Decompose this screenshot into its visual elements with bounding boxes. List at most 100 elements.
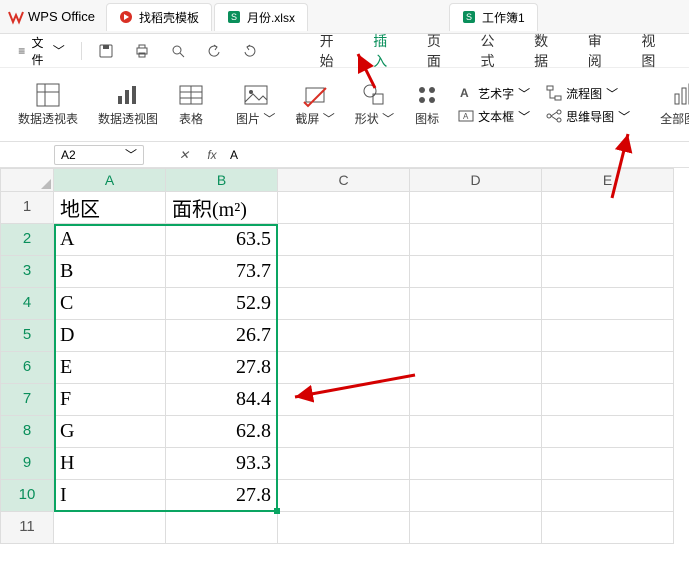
pivot-table-button[interactable]: 数据透视表	[8, 82, 88, 127]
row-header[interactable]: 5	[0, 320, 54, 352]
cell[interactable]: 27.8	[166, 352, 278, 384]
screenshot-button[interactable]: 截屏 ﹀	[285, 82, 344, 127]
cell[interactable]	[542, 352, 674, 384]
picture-button[interactable]: 图片 ﹀	[226, 82, 285, 127]
cell[interactable]	[542, 192, 674, 224]
save-button[interactable]	[90, 39, 122, 63]
col-header-c[interactable]: C	[278, 168, 410, 192]
cell[interactable]	[410, 384, 542, 416]
cancel-icon[interactable]: ✕	[174, 148, 194, 162]
cell[interactable]: 地区	[54, 192, 166, 224]
cell[interactable]: 84.4	[166, 384, 278, 416]
shapes-button[interactable]: 形状 ﹀	[345, 82, 404, 127]
tab-templates[interactable]: 找稻壳模板	[106, 3, 212, 31]
all-charts-label: 全部图表	[660, 110, 689, 127]
tab-monthfile[interactable]: S 月份.xlsx	[214, 3, 308, 31]
cell[interactable]: F	[54, 384, 166, 416]
cell[interactable]: D	[54, 320, 166, 352]
cell[interactable]	[542, 320, 674, 352]
cell[interactable]	[542, 224, 674, 256]
cell[interactable]	[410, 480, 542, 512]
cell[interactable]: 93.3	[166, 448, 278, 480]
col-header-e[interactable]: E	[542, 168, 674, 192]
cell[interactable]: 26.7	[166, 320, 278, 352]
cell[interactable]: G	[54, 416, 166, 448]
formula-input[interactable]: A	[230, 148, 350, 162]
cell[interactable]	[278, 384, 410, 416]
cell[interactable]	[542, 384, 674, 416]
row-header[interactable]: 11	[0, 512, 54, 544]
cell[interactable]: 面积(m²)	[166, 192, 278, 224]
cell[interactable]	[410, 352, 542, 384]
row-header[interactable]: 10	[0, 480, 54, 512]
cell[interactable]: A	[54, 224, 166, 256]
cell[interactable]: E	[54, 352, 166, 384]
preview-button[interactable]	[162, 39, 194, 63]
select-all-corner[interactable]	[0, 168, 54, 192]
cell[interactable]	[278, 512, 410, 544]
cell[interactable]	[278, 352, 410, 384]
fx-icon[interactable]: fx	[202, 148, 222, 162]
cell[interactable]	[166, 512, 278, 544]
cell[interactable]	[278, 480, 410, 512]
cell[interactable]	[410, 320, 542, 352]
table-button[interactable]: 表格	[168, 82, 214, 127]
cell[interactable]	[54, 512, 166, 544]
all-charts-button[interactable]: 全部图表	[650, 82, 689, 127]
row-header[interactable]: 4	[0, 288, 54, 320]
undo-button[interactable]	[198, 39, 230, 63]
mindmap-button[interactable]: 思维导图﹀	[546, 108, 630, 125]
cell[interactable]	[278, 320, 410, 352]
file-menu[interactable]: ≡ 文件 ﹀	[8, 30, 73, 72]
cell[interactable]	[278, 416, 410, 448]
row-header[interactable]: 6	[0, 352, 54, 384]
name-box[interactable]: A2 ﹀	[54, 145, 144, 165]
row-header[interactable]: 2	[0, 224, 54, 256]
cell[interactable]: 73.7	[166, 256, 278, 288]
col-header-d[interactable]: D	[410, 168, 542, 192]
col-header-b[interactable]: B	[166, 168, 278, 192]
row-header[interactable]: 1	[0, 192, 54, 224]
ribbon-stack-text: A 艺术字﹀ A 文本框﹀	[450, 85, 538, 125]
cell[interactable]	[542, 480, 674, 512]
separator	[81, 42, 82, 60]
cell[interactable]	[542, 256, 674, 288]
icons-button[interactable]: 图标	[404, 82, 450, 127]
cell[interactable]	[542, 288, 674, 320]
cell[interactable]	[410, 512, 542, 544]
cell[interactable]	[542, 416, 674, 448]
wordart-button[interactable]: A 艺术字﹀	[458, 85, 530, 102]
cell[interactable]	[410, 192, 542, 224]
cell[interactable]	[410, 288, 542, 320]
row-header[interactable]: 3	[0, 256, 54, 288]
cell[interactable]	[278, 192, 410, 224]
cell[interactable]: 52.9	[166, 288, 278, 320]
row-header[interactable]: 9	[0, 448, 54, 480]
cell[interactable]	[410, 416, 542, 448]
col-header-a[interactable]: A	[54, 168, 166, 192]
flowchart-button[interactable]: 流程图﹀	[546, 85, 630, 102]
cell[interactable]	[410, 256, 542, 288]
cell[interactable]: 63.5	[166, 224, 278, 256]
cell[interactable]	[410, 224, 542, 256]
cell[interactable]	[278, 288, 410, 320]
textbox-button[interactable]: A 文本框﹀	[458, 108, 530, 125]
cell[interactable]	[278, 224, 410, 256]
cell[interactable]	[278, 448, 410, 480]
cell[interactable]	[278, 256, 410, 288]
cell[interactable]: C	[54, 288, 166, 320]
cell[interactable]: I	[54, 480, 166, 512]
cell[interactable]: 62.8	[166, 416, 278, 448]
cell[interactable]: H	[54, 448, 166, 480]
pivot-chart-button[interactable]: 数据透视图	[88, 82, 168, 127]
print-icon	[134, 43, 150, 59]
row-header[interactable]: 7	[0, 384, 54, 416]
cell[interactable]	[542, 448, 674, 480]
row-header[interactable]: 8	[0, 416, 54, 448]
redo-button[interactable]	[234, 39, 266, 63]
cell[interactable]: B	[54, 256, 166, 288]
cell[interactable]: 27.8	[166, 480, 278, 512]
cell[interactable]	[542, 512, 674, 544]
print-button[interactable]	[126, 39, 158, 63]
cell[interactable]	[410, 448, 542, 480]
